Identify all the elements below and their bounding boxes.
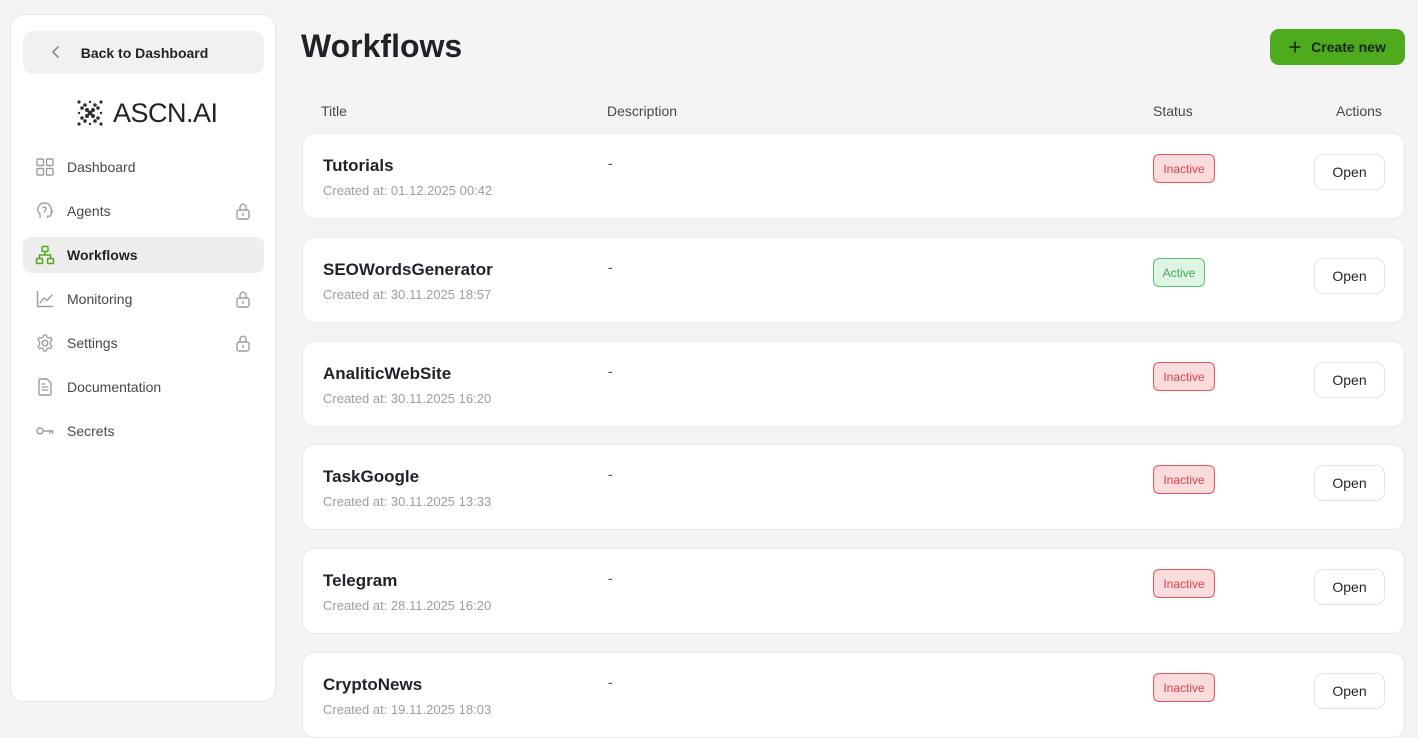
page-title: Workflows xyxy=(301,28,463,64)
logo: ASCN.AI xyxy=(75,97,218,129)
sidebar-item-agents[interactable]: Agents xyxy=(23,193,264,229)
sidebar-item-label: Monitoring xyxy=(67,291,133,307)
back-to-dashboard-label: Back to Dashboard xyxy=(80,44,209,61)
key-icon xyxy=(36,427,54,435)
lock-icon xyxy=(236,335,250,352)
open-button[interactable]: Open xyxy=(1314,362,1385,398)
lock-icon xyxy=(236,203,250,220)
workflow-title: TaskGoogle xyxy=(323,467,420,486)
created-at: Created at: 19.11.2025 18:03 xyxy=(323,702,492,717)
gear-icon xyxy=(37,334,53,352)
workflow-title: Telegram xyxy=(323,571,398,590)
status-badge: Active xyxy=(1153,258,1205,287)
sidebar-item-documentation[interactable]: Documentation xyxy=(23,369,264,405)
back-to-dashboard-button[interactable]: Back to Dashboard xyxy=(23,31,264,74)
grid-icon xyxy=(36,158,54,176)
create-new-label: Create new xyxy=(1311,39,1386,55)
table-row: Tutorials Created at: 01.12.2025 00:42 -… xyxy=(302,133,1405,219)
workflow-title: SEOWordsGenerator xyxy=(323,260,493,279)
status-badge: Inactive xyxy=(1153,569,1215,598)
table-row: AnaliticWebSite Created at: 30.11.2025 1… xyxy=(302,341,1405,427)
table-row: SEOWordsGenerator Created at: 30.11.2025… xyxy=(302,237,1405,323)
lock-icon xyxy=(236,291,250,308)
brain-head-icon xyxy=(37,202,54,218)
column-header-status: Status xyxy=(1153,103,1193,119)
sidebar-item-label: Settings xyxy=(67,335,118,351)
ascn-logo-icon xyxy=(77,100,103,126)
sidebar-item-settings[interactable]: Settings xyxy=(23,325,264,361)
status-badge: Inactive xyxy=(1153,154,1215,183)
workflow-tree-icon xyxy=(35,245,55,265)
sidebar-nav: Dashboard Agents Workflows Monitoring Se… xyxy=(23,149,264,457)
sidebar-item-dashboard[interactable]: Dashboard xyxy=(23,149,264,185)
sidebar-item-label: Documentation xyxy=(67,379,162,395)
create-new-button[interactable]: Create new xyxy=(1270,29,1405,65)
workflow-description: - xyxy=(608,466,613,482)
open-button[interactable]: Open xyxy=(1314,569,1385,605)
open-button[interactable]: Open xyxy=(1314,258,1385,294)
created-at: Created at: 30.11.2025 18:57 xyxy=(323,287,492,302)
sidebar: Back to Dashboard ASCN.AI Dashboard Agen… xyxy=(10,14,276,702)
column-header-description: Description xyxy=(607,103,678,119)
workflow-title: CryptoNews xyxy=(323,675,423,694)
status-badge: Inactive xyxy=(1153,673,1215,702)
sidebar-item-label: Secrets xyxy=(67,423,115,439)
created-at: Created at: 30.11.2025 16:20 xyxy=(323,391,492,406)
sidebar-item-monitoring[interactable]: Monitoring xyxy=(23,281,264,317)
table-row: TaskGoogle Created at: 30.11.2025 13:33 … xyxy=(302,444,1405,530)
workflow-description: - xyxy=(608,259,613,275)
sidebar-item-label: Agents xyxy=(67,203,111,219)
document-icon xyxy=(38,378,52,396)
table-row: Telegram Created at: 28.11.2025 16:20 - … xyxy=(302,548,1405,634)
table-row: CryptoNews Created at: 19.11.2025 18:03 … xyxy=(302,652,1405,738)
status-badge: Inactive xyxy=(1153,465,1215,494)
plus-icon xyxy=(1289,41,1301,53)
workflow-description: - xyxy=(608,570,613,586)
created-at: Created at: 28.11.2025 16:20 xyxy=(323,598,492,613)
workflow-title: AnaliticWebSite xyxy=(323,364,452,383)
line-chart-icon xyxy=(36,290,54,308)
logo-text: ASCN.AI xyxy=(113,97,218,128)
sidebar-item-secrets[interactable]: Secrets xyxy=(23,413,264,449)
workflow-title: Tutorials xyxy=(323,156,394,175)
created-at: Created at: 01.12.2025 00:42 xyxy=(323,183,493,198)
workflow-description: - xyxy=(608,674,613,690)
column-header-actions: Actions xyxy=(1336,103,1382,119)
sidebar-item-label: Dashboard xyxy=(67,159,136,175)
created-at: Created at: 30.11.2025 13:33 xyxy=(323,494,492,509)
open-button[interactable]: Open xyxy=(1314,465,1385,501)
status-badge: Inactive xyxy=(1153,362,1215,391)
workflow-description: - xyxy=(608,155,613,171)
sidebar-item-label: Workflows xyxy=(67,247,138,263)
column-header-title: Title xyxy=(321,103,347,119)
sidebar-item-workflows[interactable]: Workflows xyxy=(23,237,264,273)
open-button[interactable]: Open xyxy=(1314,673,1385,709)
workflow-description: - xyxy=(608,363,613,379)
open-button[interactable]: Open xyxy=(1314,154,1385,190)
